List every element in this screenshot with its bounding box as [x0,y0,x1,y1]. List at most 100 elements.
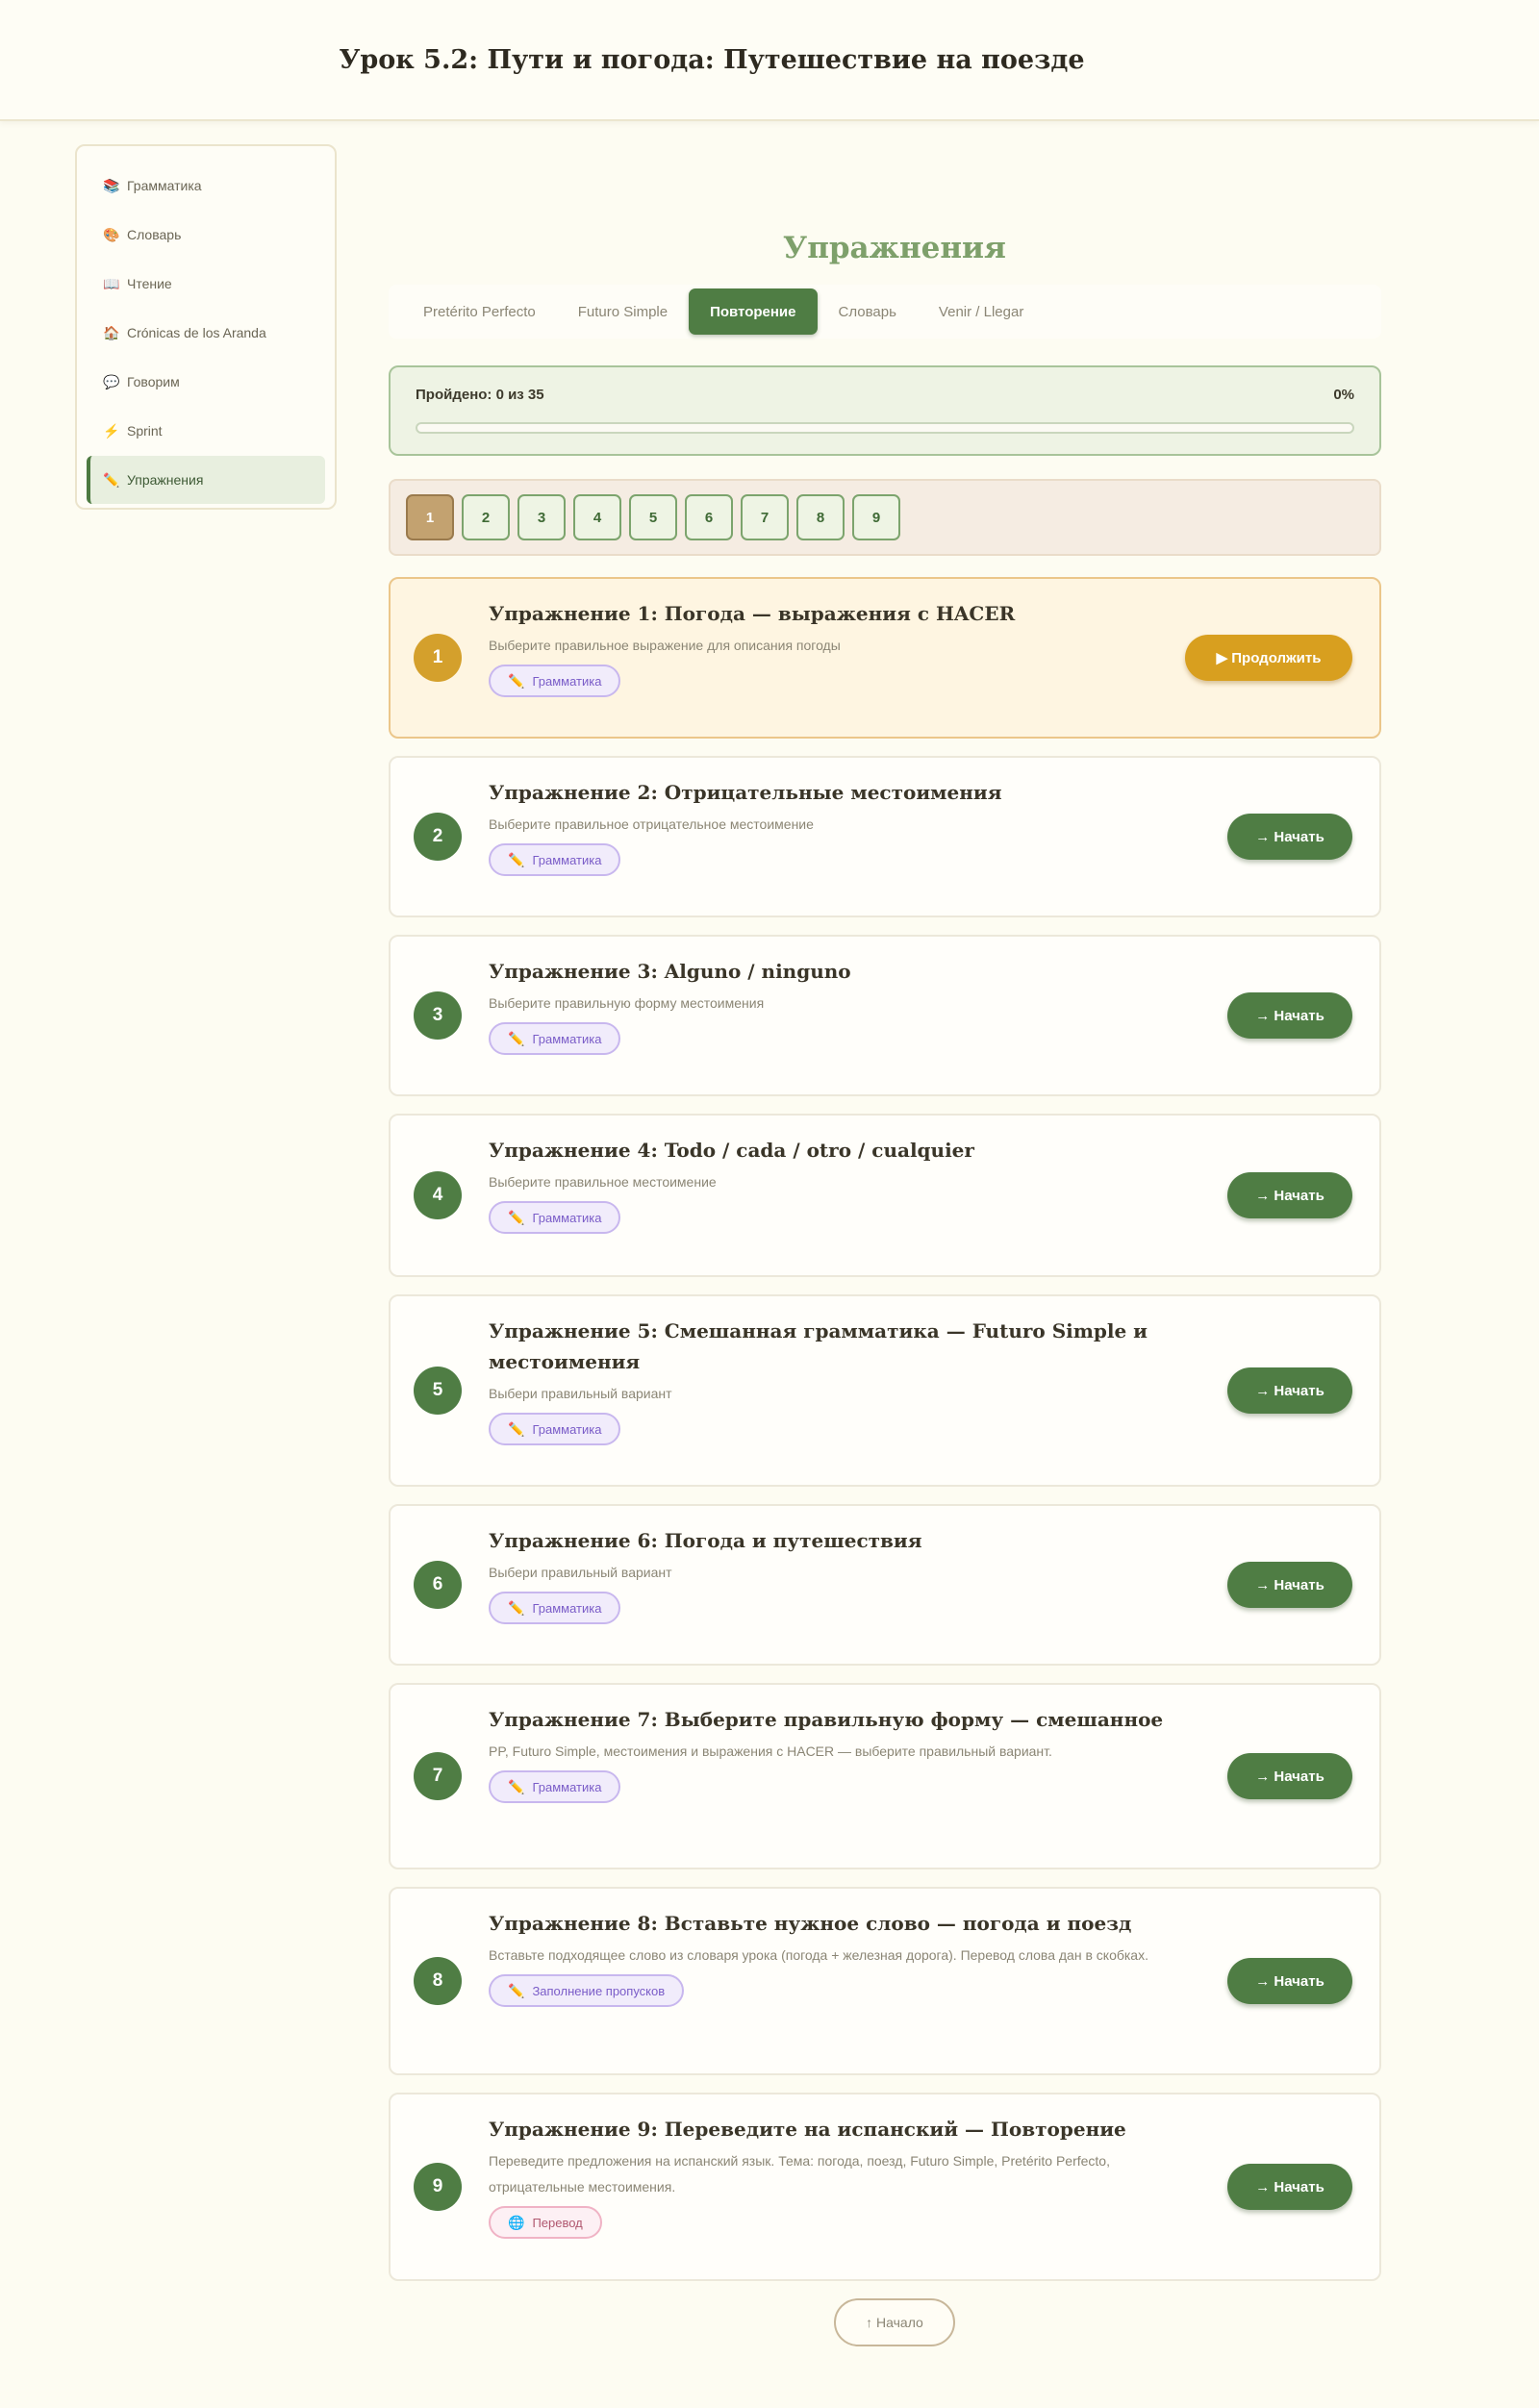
exercise-number-badge: 3 [414,991,462,1040]
section-title: Упражнения [783,231,1006,265]
main-content: Упражнения Pretérito Perfecto Futuro Sim… [389,231,1381,2346]
open-book-icon: 📖 [103,275,120,291]
exercise-title: Упражнение 1: Погода — выражения с HACER [489,602,1016,625]
sidebar-item-vocabulary[interactable]: 🎨 Словарь [87,211,325,259]
progress-percent: 0% [1333,387,1354,403]
exercise-description: Выбери правильный вариант [489,1565,672,1580]
page-header: Урок 5.2: Пути и погода: Путешествие на … [0,0,1539,121]
exercise-description: Вставьте подходящее слово из словаря уро… [489,1947,1148,1963]
pencil-icon: ✏️ [508,1209,525,1225]
exercise-nav-button-8[interactable]: 8 [796,494,845,540]
start-button[interactable]: → Начать [1227,1367,1352,1414]
tab-bar: Pretérito Perfecto Futuro Simple Повторе… [389,285,1381,339]
exercise-number-badge: 9 [414,2163,462,2211]
pencil-icon: ✏️ [508,672,525,689]
sidebar: 📚 Грамматика 🎨 Словарь 📖 Чтение 🏠 Crónic… [75,144,337,510]
tab-futuro-simple[interactable]: Futuro Simple [557,288,689,335]
sidebar-item-exercises[interactable]: ✏️ Упражнения [87,456,325,504]
exercise-number-nav: 1 2 3 4 5 6 7 8 9 [389,479,1381,556]
exercise-nav-button-2[interactable]: 2 [462,494,510,540]
exercise-nav-button-9[interactable]: 9 [852,494,900,540]
continue-button[interactable]: ▶ Продолжить [1185,635,1352,681]
start-button[interactable]: → Начать [1227,992,1352,1039]
exercise-tag: ✏️ Заполнение пропусков [489,1974,685,2007]
progress-panel: Пройдено: 0 из 35 0% [389,365,1381,456]
exercise-nav-button-1[interactable]: 1 [406,494,454,540]
exercise-nav-button-3[interactable]: 3 [517,494,566,540]
exercise-tag: ✏️ Грамматика [489,1022,621,1055]
start-button[interactable]: → Начать [1227,1172,1352,1218]
exercise-number-badge: 5 [414,1367,462,1415]
palette-icon: 🎨 [103,226,120,242]
pencil-icon: ✏️ [508,1030,525,1046]
start-button[interactable]: → Начать [1227,1753,1352,1799]
exercise-tag-label: Заполнение пропусков [532,1983,666,1998]
exercise-tag-label: Грамматика [532,1210,602,1225]
pencil-icon: ✏️ [508,1420,525,1437]
pencil-icon: ✏️ [103,471,120,488]
sidebar-item-label: Crónicas de los Aranda [127,325,266,340]
exercise-title: Упражнение 2: Отрицательные местоимения [489,781,1002,804]
sidebar-item-cronicas[interactable]: 🏠 Crónicas de los Aranda [87,309,325,357]
progress-bar [416,422,1354,434]
exercise-tag: ✏️ Грамматика [489,665,621,697]
exercise-tag: ✏️ Грамматика [489,1413,621,1445]
tab-venir-llegar[interactable]: Venir / Llegar [918,288,1045,335]
exercise-card: 1 Упражнение 1: Погода — выражения с HAC… [389,577,1381,739]
start-button[interactable]: → Начать [1227,2164,1352,2210]
exercise-number-badge: 7 [414,1752,462,1800]
exercise-tag: ✏️ Грамматика [489,1201,621,1234]
exercise-card: 4 Упражнение 4: Todo / cada / otro / cua… [389,1114,1381,1277]
start-button[interactable]: → Начать [1227,1958,1352,2004]
house-icon: 🏠 [103,324,120,340]
exercise-tag: ✏️ Грамматика [489,1770,621,1803]
exercise-title: Упражнение 4: Todo / cada / otro / cualq… [489,1139,974,1162]
start-button[interactable]: → Начать [1227,814,1352,860]
start-button[interactable]: → Начать [1227,1562,1352,1608]
sidebar-item-grammar[interactable]: 📚 Грамматика [87,162,325,210]
exercise-number-badge: 6 [414,1561,462,1609]
exercise-description: Выберите правильное отрицательное местои… [489,816,814,832]
exercise-title: Упражнение 5: Смешанная грамматика — Fut… [489,1319,1148,1373]
progress-label: Пройдено: 0 из 35 [416,387,544,403]
tab-preterito-perfecto[interactable]: Pretérito Perfecto [402,288,557,335]
exercise-tag-label: Грамматика [532,673,602,689]
sidebar-item-label: Sprint [127,423,163,439]
sidebar-item-sprint[interactable]: ⚡ Sprint [87,407,325,455]
exercise-title: Упражнение 7: Выберите правильную форму … [489,1708,1164,1731]
tab-review[interactable]: Повторение [689,288,818,335]
exercise-description: Переведите предложения на испанский язык… [489,2153,1110,2195]
pencil-icon: ✏️ [508,1778,525,1794]
exercise-tag-label: Грамматика [532,1031,602,1046]
globe-icon: 🌐 [508,2214,525,2230]
exercise-tag-label: Грамматика [532,852,602,867]
sidebar-item-label: Грамматика [127,178,202,193]
sidebar-item-label: Чтение [127,276,172,291]
exercise-nav-button-4[interactable]: 4 [573,494,621,540]
sidebar-item-reading[interactable]: 📖 Чтение [87,260,325,308]
lightning-icon: ⚡ [103,422,120,439]
exercise-tag-label: Грамматика [532,1421,602,1437]
exercise-tag-label: Перевод [532,2215,583,2230]
pencil-icon: ✏️ [508,1599,525,1616]
sidebar-item-label: Словарь [127,227,182,242]
exercise-description: Выберите правильную форму местоимения [489,995,765,1011]
exercise-card: 3 Упражнение 3: Alguno / ninguno Выберит… [389,935,1381,1096]
tab-vocabulary[interactable]: Словарь [818,288,918,335]
sidebar-item-speaking[interactable]: 💬 Говорим [87,358,325,406]
exercise-nav-button-5[interactable]: 5 [629,494,677,540]
exercise-nav-button-7[interactable]: 7 [741,494,789,540]
exercise-title: Упражнение 9: Переведите на испанский — … [489,2118,1126,2141]
exercise-tag-label: Грамматика [532,1600,602,1616]
exercise-card: 9 Упражнение 9: Переведите на испанский … [389,2093,1381,2281]
exercise-title: Упражнение 8: Вставьте нужное слово — по… [489,1912,1132,1935]
exercise-tag-label: Грамматика [532,1779,602,1794]
back-to-top-button[interactable]: ↑ Начало [834,2298,955,2346]
exercise-description: Выберите правильное местоимение [489,1174,717,1190]
exercise-number-badge: 2 [414,813,462,861]
exercise-number-badge: 4 [414,1171,462,1219]
exercise-description: Выберите правильное выражение для описан… [489,638,841,653]
exercise-description: PP, Futuro Simple, местоимения и выражен… [489,1743,1052,1759]
exercise-nav-button-6[interactable]: 6 [685,494,733,540]
exercise-title: Упражнение 6: Погода и путешествия [489,1529,922,1552]
